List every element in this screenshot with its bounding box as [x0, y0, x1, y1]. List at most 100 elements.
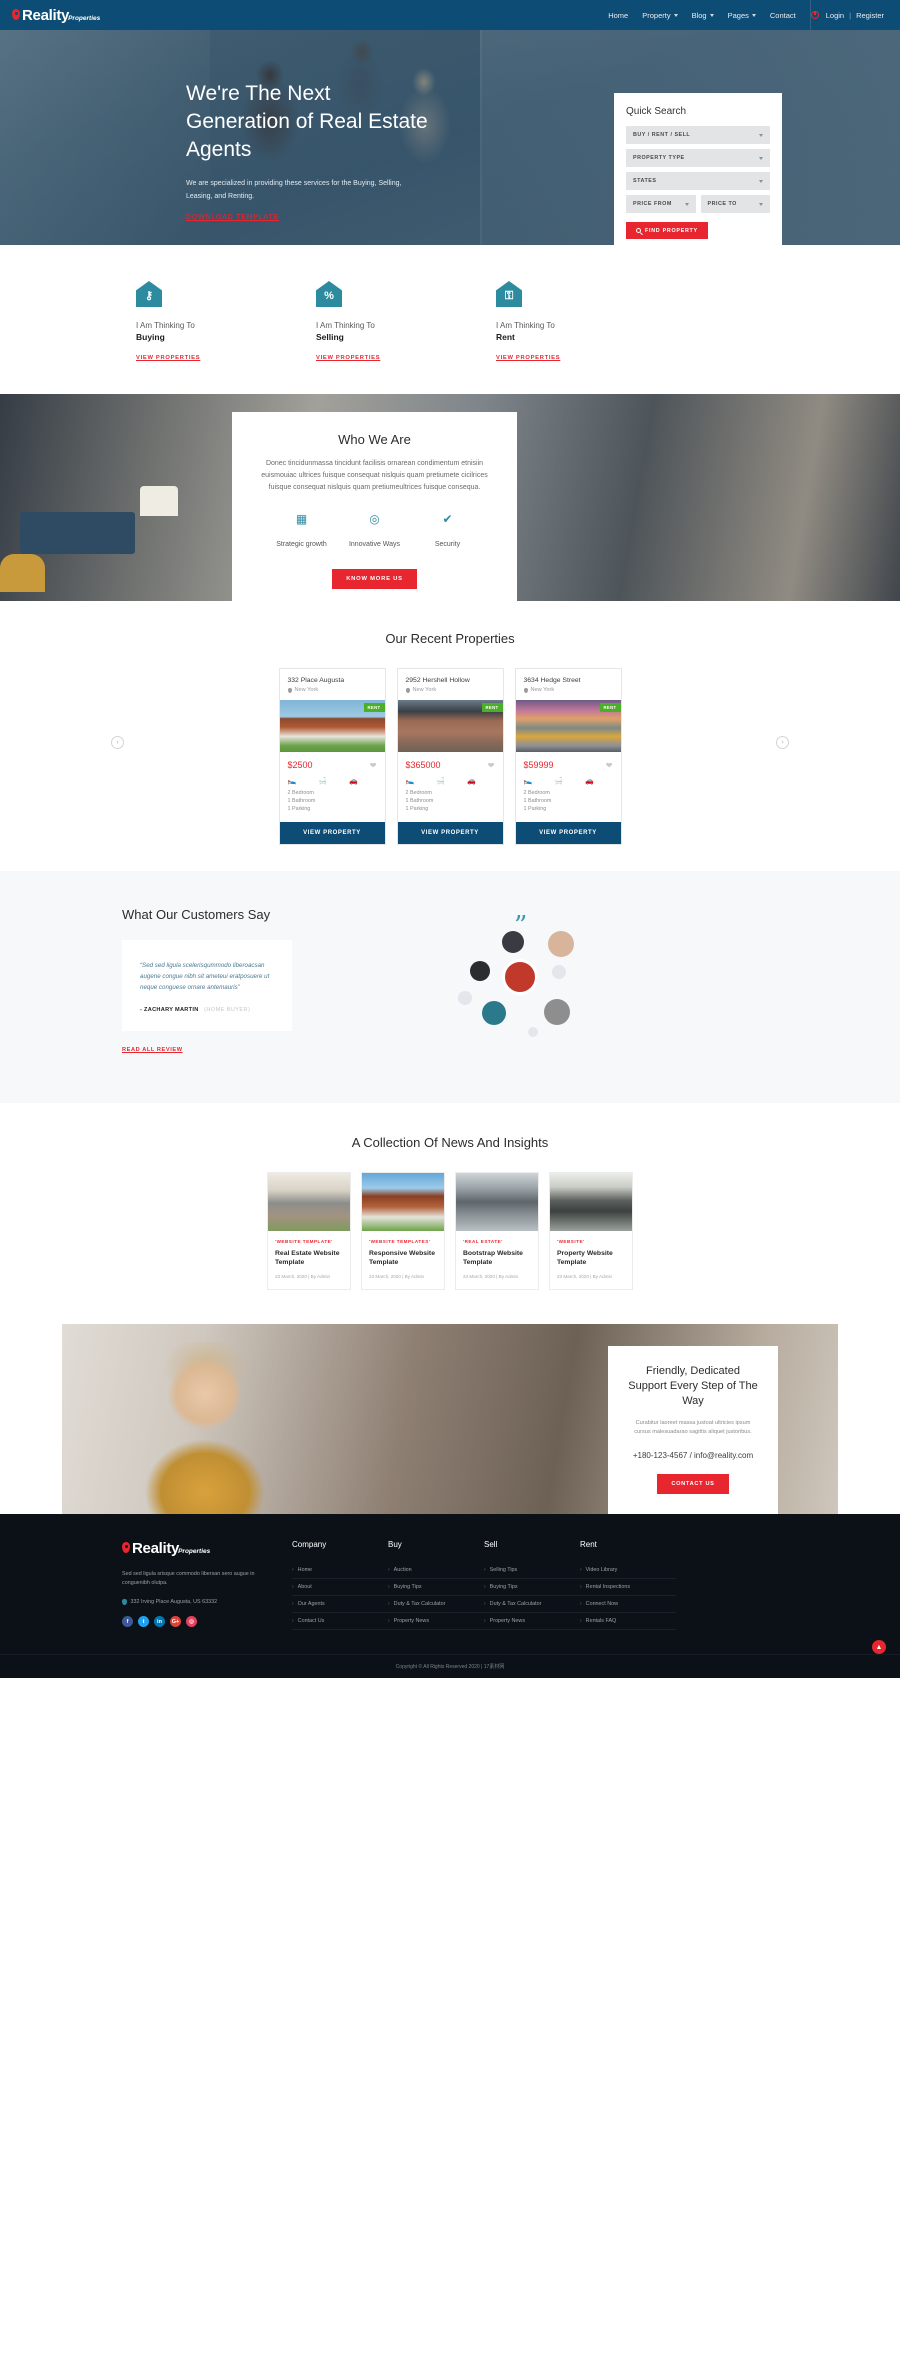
view-properties-link[interactable]: VIEW PROPERTIES [136, 355, 200, 361]
contact-us-button[interactable]: CONTACT US [657, 1474, 729, 1494]
nav-label: Contact [769, 10, 796, 20]
carousel-prev-button[interactable]: ‹ [111, 736, 124, 749]
property-price: $365000 [405, 760, 441, 770]
select-states[interactable]: STATES [626, 172, 770, 190]
view-property-button[interactable]: VIEW PROPERTY [515, 822, 621, 844]
news-category: 'WEBSITE TEMPLATE' [275, 1239, 333, 1244]
chevron-down-icon [709, 13, 714, 17]
twitter-icon[interactable]: t [138, 1616, 149, 1627]
feature-label: Security [434, 541, 461, 548]
testimonials-title: What Our Customers Say [122, 907, 271, 922]
facebook-icon[interactable]: f [122, 1616, 133, 1627]
select-buy-rent-sell[interactable]: BUY / RENT / SELL [626, 126, 770, 144]
footer-link[interactable]: › Rental Inspections [580, 1579, 676, 1596]
footer-link-label: About [297, 1584, 312, 1590]
footer-link[interactable]: › Duty & Tax Calculator [388, 1596, 484, 1613]
avatar[interactable] [482, 1001, 506, 1025]
chevron-down-icon [684, 202, 689, 206]
news-section: A Collection Of News And Insights 'WEBSI… [0, 1103, 900, 1324]
footer-column-rent: Rent › Video Library › Rental Inspections … [580, 1540, 676, 1630]
view-properties-link[interactable]: VIEW PROPERTIES [316, 355, 380, 361]
footer-link[interactable]: › Duty & Tax Calculator [484, 1596, 580, 1613]
favorite-heart-icon[interactable]: ❤ [370, 761, 377, 770]
avatar[interactable] [548, 931, 574, 957]
background-chair [0, 554, 45, 592]
news-card[interactable]: 'WEBSITE TEMPLATE' Real Estate Website T… [267, 1172, 351, 1290]
property-card[interactable]: 2952 Hershell Hollow New York RENT $3650… [396, 668, 504, 845]
instagram-icon[interactable]: ◎ [186, 1616, 197, 1627]
page-root: Reality Properties Home Property Blog Pa… [0, 0, 900, 1678]
nav-item-property[interactable]: Property [642, 11, 678, 20]
chevron-right-icon: › [292, 1567, 294, 1573]
view-property-button[interactable]: VIEW PROPERTY [279, 822, 385, 844]
news-card[interactable]: 'REAL ESTATE' Bootstrap Website Template… [455, 1172, 539, 1290]
search-icon [636, 228, 641, 233]
news-title: Bootstrap Website Template [463, 1250, 523, 1266]
footer-logo[interactable]: Reality Properties [122, 1540, 292, 1557]
view-property-button[interactable]: VIEW PROPERTY [397, 822, 503, 844]
footer-link[interactable]: › Contact Us [292, 1613, 388, 1630]
footer-link[interactable]: › Property News [388, 1613, 484, 1630]
footer-link[interactable]: › Buying Tips [484, 1579, 580, 1596]
know-more-us-button[interactable]: KNOW MORE US [332, 569, 417, 589]
avatar[interactable] [470, 961, 490, 981]
news-card[interactable]: 'WEBSITE TEMPLATES' Responsive Website T… [361, 1172, 445, 1290]
nav-item-blog[interactable]: Blog [692, 11, 714, 20]
linkedin-icon[interactable]: in [154, 1616, 165, 1627]
price-range-row: PRICE FROM PRICE TO [626, 195, 770, 213]
google-plus-icon[interactable]: G+ [170, 1616, 181, 1627]
news-card[interactable]: 'WEBSITE' Property Website Template 23 M… [549, 1172, 633, 1290]
news-meta: 23 March, 2020 | By Admin [275, 1274, 331, 1279]
login-link[interactable]: Login [826, 11, 844, 20]
avatar-active[interactable] [502, 959, 538, 995]
find-property-button[interactable]: FIND PROPERTY [626, 222, 708, 239]
footer-link[interactable]: › Selling Tips [484, 1562, 580, 1579]
carousel-next-button[interactable]: › [776, 736, 789, 749]
logo[interactable]: Reality Properties [0, 7, 150, 24]
chevron-right-icon: › [580, 1584, 582, 1590]
download-template-link[interactable]: DOWNLOAD TEMPLATE [186, 214, 279, 221]
footer-link-label: Connect Now [585, 1601, 619, 1607]
chevron-down-icon [759, 133, 763, 137]
property-parking: 1 Parking [287, 806, 311, 812]
nav-label: Blog [691, 10, 707, 20]
property-parking: 1 Parking [523, 806, 547, 812]
auth-divider: | [849, 10, 852, 20]
support-title: Friendly, Dedicated Support Every Step o… [628, 1365, 758, 1407]
footer-link[interactable]: › Connect Now [580, 1596, 676, 1613]
view-properties-link[interactable]: VIEW PROPERTIES [496, 355, 560, 361]
footer-link-label: Duty & Tax Calculator [489, 1601, 542, 1607]
nav-item-pages[interactable]: Pages [728, 11, 756, 20]
nav-item-home[interactable]: Home [608, 11, 628, 20]
footer-link[interactable]: › About [292, 1579, 388, 1596]
property-card[interactable]: 332 Place Augusta New York RENT $2500 ❤ … [278, 668, 386, 845]
key-glyph: ⚷ [144, 290, 154, 302]
avatar[interactable] [544, 999, 570, 1025]
footer-link[interactable]: › Rentals FAQ [580, 1613, 676, 1630]
footer-link-label: Property News [489, 1618, 526, 1624]
bed-icon: 🛌 [523, 778, 533, 785]
select-property-type[interactable]: PROPERTY TYPE [626, 149, 770, 167]
avatar[interactable] [502, 931, 524, 953]
property-card[interactable]: 3634 Hedge Street New York RENT $59999 ❤… [514, 668, 622, 845]
favorite-heart-icon[interactable]: ❤ [488, 761, 495, 770]
who-we-are-features: ▦ Strategic growth ◎ Innovative Ways ✔ S… [255, 512, 494, 551]
footer-link[interactable]: › Buying Tips [388, 1579, 484, 1596]
footer-link[interactable]: › Property News [484, 1613, 580, 1630]
back-to-top-button[interactable]: ▲ [872, 1640, 886, 1654]
select-price-from[interactable]: PRICE FROM [626, 195, 696, 213]
footer-link[interactable]: › Video Library [580, 1562, 676, 1579]
register-link[interactable]: Register [856, 11, 884, 20]
news-body: 'WEBSITE' Property Website Template 23 M… [550, 1231, 632, 1289]
footer-link[interactable]: › Home [292, 1562, 388, 1579]
footer-link[interactable]: › Auction [388, 1562, 484, 1579]
select-price-to[interactable]: PRICE TO [700, 195, 770, 213]
favorite-heart-icon[interactable]: ❤ [606, 761, 613, 770]
nav-item-contact[interactable]: Contact [770, 11, 796, 20]
footer-link[interactable]: › Our Agents [292, 1596, 388, 1613]
read-all-review-link[interactable]: READ ALL REVIEW [122, 1047, 183, 1053]
bath-icon: 🛁 [318, 778, 327, 785]
footer-address: 332 Irving Place Augusta, US 63332 [122, 1599, 292, 1605]
recent-properties-section: Our Recent Properties ‹ › 332 Place Augu… [0, 601, 900, 871]
house-key-icon: ⚷ [136, 281, 162, 307]
